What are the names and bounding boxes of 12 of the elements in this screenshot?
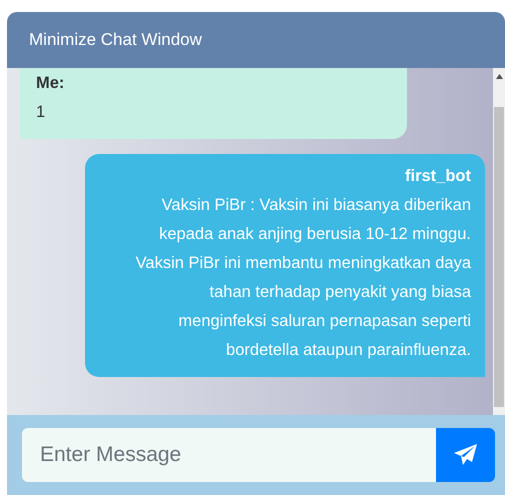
message-text: 1 <box>36 102 46 123</box>
scroll-up-icon[interactable] <box>496 74 502 79</box>
scrollbar-thumb[interactable] <box>494 107 504 407</box>
send-icon <box>454 444 478 466</box>
message-input[interactable]: Enter Message <box>22 428 436 482</box>
message-text: Vaksin PiBr : Vaksin ini biasanya diberikan kepada anak anjing berusia 10-12 minggu. Vaksin PiBr ini membantu meningkatkan daya tahan terhadap penyakit yang biasa menginfeksi saluran pernapasan seperti bordetella ataupun parainfluenza. <box>134 195 471 361</box>
chat-header[interactable]: Minimize Chat Window <box>7 12 505 68</box>
sender-name: Me: <box>36 73 66 94</box>
scrollbar[interactable] <box>493 68 505 415</box>
send-button[interactable] <box>436 428 495 482</box>
header-title: Minimize Chat Window <box>29 30 202 50</box>
sender-name: first_bot <box>404 166 471 187</box>
